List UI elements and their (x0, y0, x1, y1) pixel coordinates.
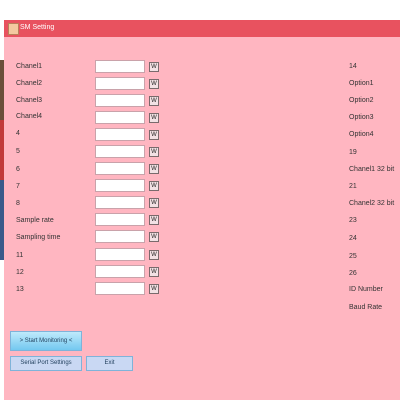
chanel1-input[interactable] (95, 60, 145, 73)
start-monitoring-button[interactable]: > Start Monitoring < (10, 331, 82, 351)
row-label-13: 13 (16, 286, 24, 293)
field-4-input[interactable] (95, 128, 145, 141)
right-label-option1: Option1 (349, 80, 374, 87)
row-label-12: 12 (16, 269, 24, 276)
write-button-chanel4[interactable]: W (149, 113, 159, 123)
app-icon (8, 23, 19, 35)
right-label-baud-rate: Baud Rate (349, 304, 383, 311)
row-label-11: 11 (16, 252, 24, 259)
chanel2-input[interactable] (95, 77, 145, 90)
sample-rate-input[interactable] (95, 213, 145, 226)
write-button-6[interactable]: W (149, 164, 159, 174)
field-11-input[interactable] (95, 248, 145, 261)
write-button-12[interactable]: W (149, 267, 159, 277)
serial-port-settings-button[interactable]: Serial Port Settings (10, 356, 82, 371)
chanel4-input[interactable] (95, 111, 145, 124)
row-label-4: 4 (16, 130, 20, 137)
right-label-chanel2-32bit: Chanel2 32 bit (349, 200, 395, 207)
right-label-25: 25 (349, 253, 357, 260)
field-6-input[interactable] (95, 162, 145, 175)
exit-button[interactable]: Exit (86, 356, 133, 371)
field-7-input[interactable] (95, 179, 145, 192)
row-label-chanel1: Chanel1 (16, 63, 43, 70)
right-label-19: 19 (349, 149, 357, 156)
row-label-chanel3: Chanel3 (16, 97, 43, 104)
field-13-input[interactable] (95, 282, 145, 295)
write-button-5[interactable]: W (149, 147, 159, 157)
row-label-8: 8 (16, 200, 20, 207)
field-12-input[interactable] (95, 265, 145, 278)
row-label-sample-rate: Sample rate (16, 217, 54, 224)
right-label-14: 14 (349, 63, 357, 70)
write-button-sample-rate[interactable]: W (149, 215, 159, 225)
row-label-6: 6 (16, 166, 20, 173)
right-label-option2: Option2 (349, 97, 374, 104)
right-label-option4: Option4 (349, 131, 374, 138)
write-button-sampling-time[interactable]: W (149, 232, 159, 242)
window-title: SM Setting (20, 24, 55, 31)
title-bar[interactable]: SM Setting (4, 20, 400, 37)
sm-setting-window: SM Setting Chanel1 W Chanel2 W Chanel3 W… (4, 20, 400, 400)
row-label-chanel2: Chanel2 (16, 80, 43, 87)
right-label-option3: Option3 (349, 114, 374, 121)
write-button-7[interactable]: W (149, 181, 159, 191)
row-label-chanel4: Chanel4 (16, 113, 43, 120)
write-button-4[interactable]: W (149, 130, 159, 140)
right-label-21: 21 (349, 183, 357, 190)
chanel3-input[interactable] (95, 94, 145, 107)
right-label-24: 24 (349, 235, 357, 242)
write-button-11[interactable]: W (149, 250, 159, 260)
write-button-13[interactable]: W (149, 284, 159, 294)
field-5-input[interactable] (95, 145, 145, 158)
right-label-id-number: ID Number (349, 286, 383, 293)
right-label-chanel1-32bit: Chanel1 32 bit (349, 166, 395, 173)
row-label-5: 5 (16, 148, 20, 155)
write-button-chanel2[interactable]: W (149, 79, 159, 89)
row-label-7: 7 (16, 183, 20, 190)
right-label-26: 26 (349, 270, 357, 277)
write-button-8[interactable]: W (149, 198, 159, 208)
write-button-chanel3[interactable]: W (149, 96, 159, 106)
sampling-time-input[interactable] (95, 230, 145, 243)
field-8-input[interactable] (95, 196, 145, 209)
right-label-23: 23 (349, 217, 357, 224)
row-label-sampling-time: Sampling time (16, 234, 61, 241)
write-button-chanel1[interactable]: W (149, 62, 159, 72)
